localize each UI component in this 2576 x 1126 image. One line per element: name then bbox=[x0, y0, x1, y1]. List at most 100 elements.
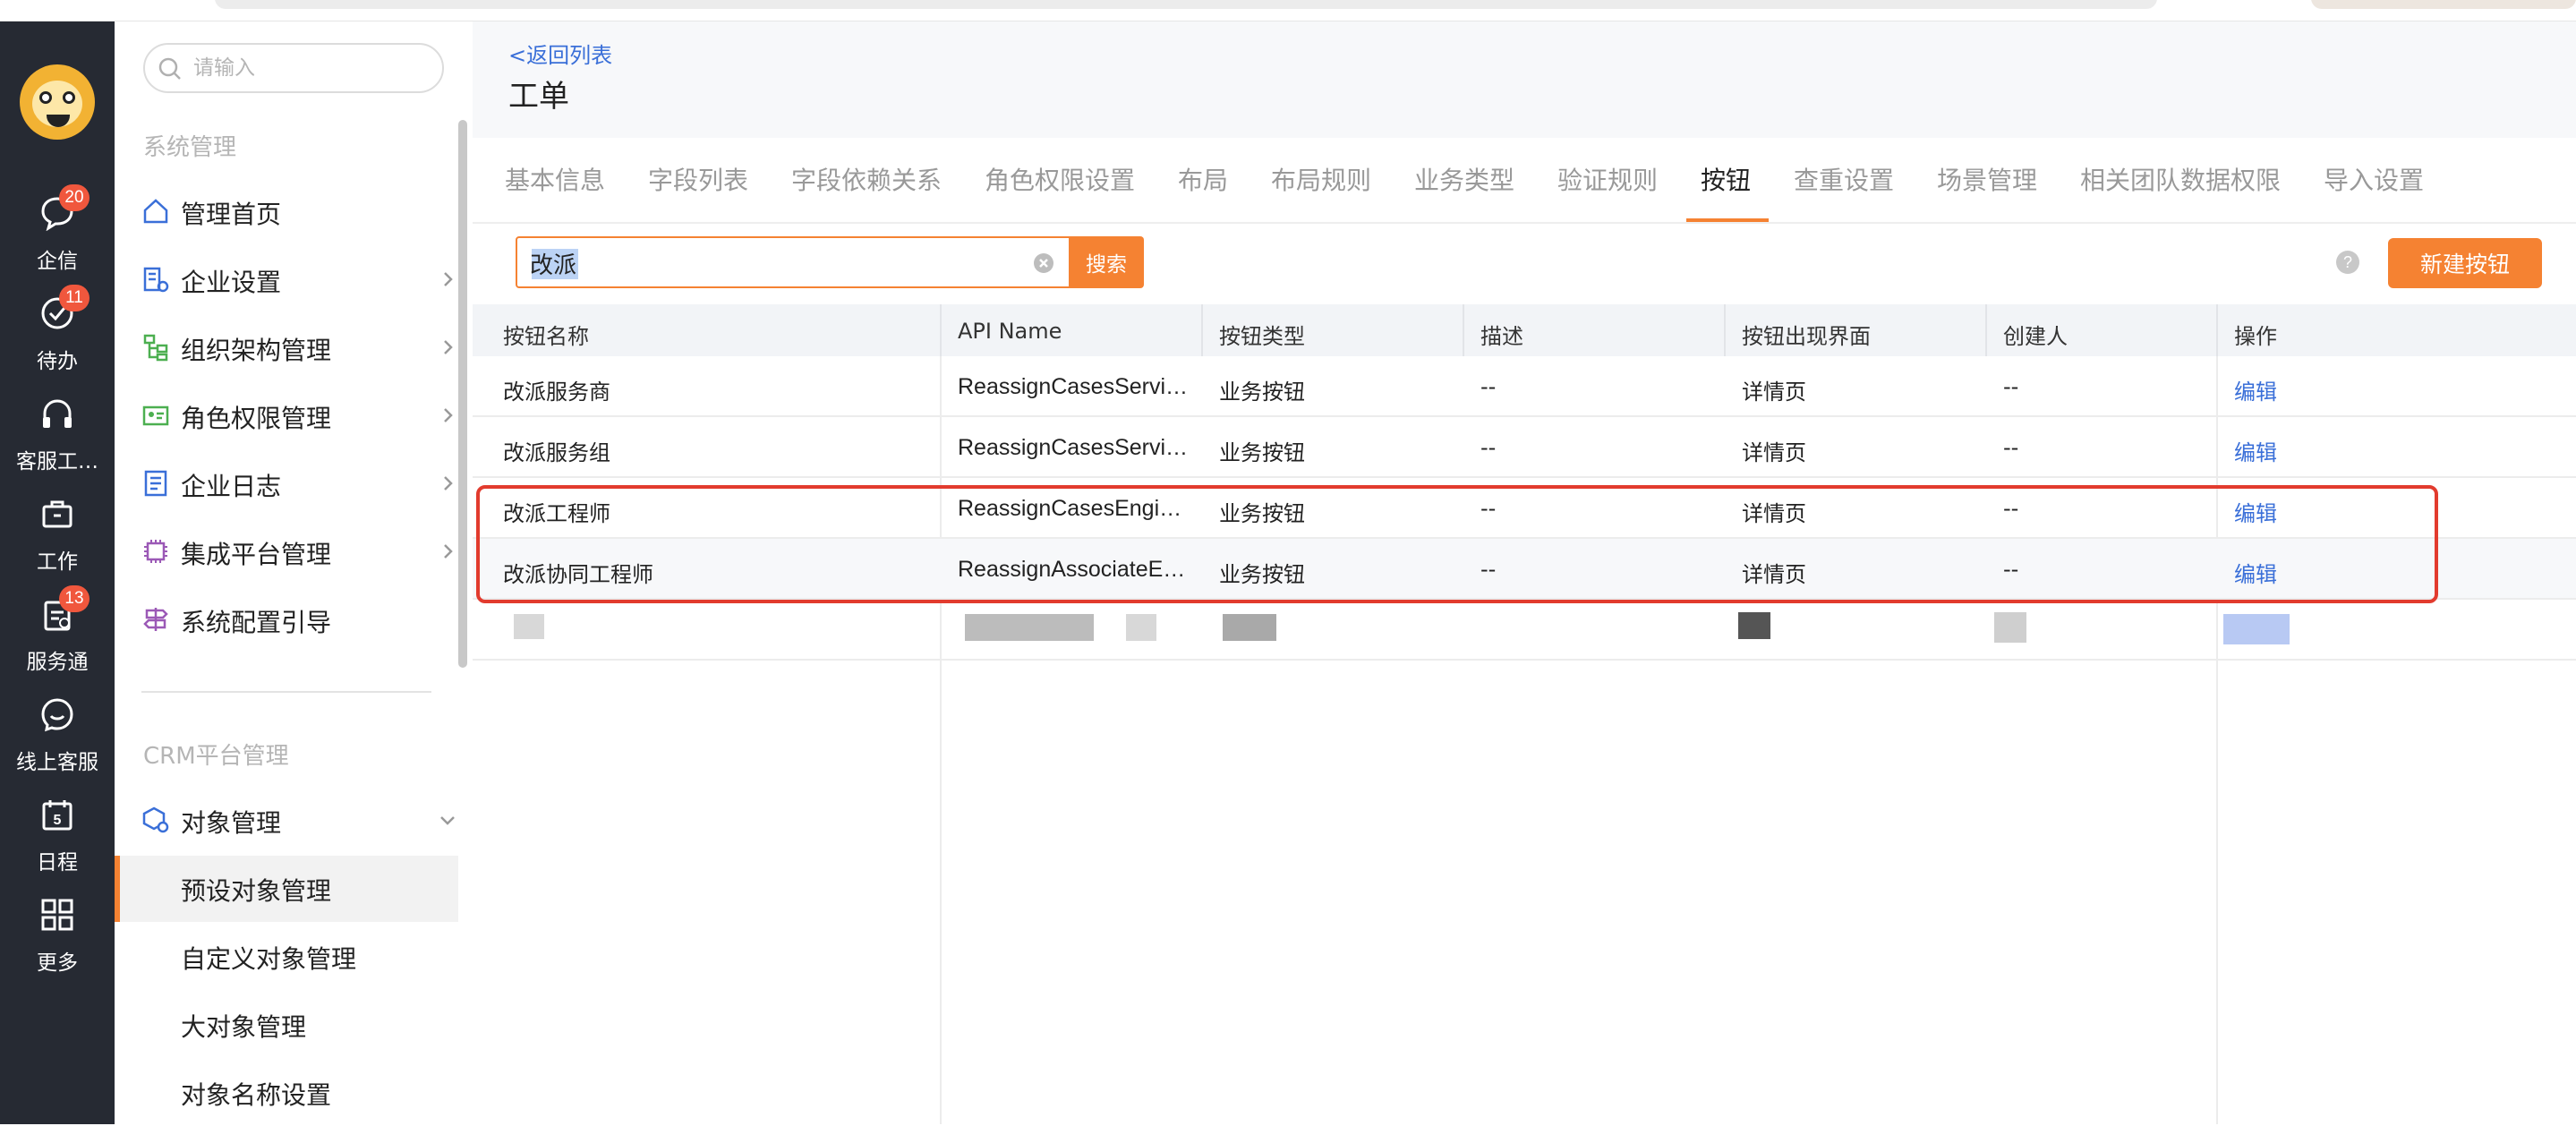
sidebar-scrollbar[interactable] bbox=[458, 120, 467, 668]
col-header-api-name[interactable]: API Name bbox=[958, 319, 1062, 344]
rail-item-calendar[interactable]: 5 日程 bbox=[0, 791, 115, 881]
cell-description: -- bbox=[1480, 435, 1497, 460]
edit-link[interactable]: 编辑 bbox=[2234, 374, 2277, 405]
col-header-description[interactable]: 描述 bbox=[1480, 319, 1523, 350]
search-icon bbox=[158, 57, 181, 80]
sidebar-item-role-permission[interactable]: 角色权限管理 bbox=[141, 388, 464, 442]
cell-description: -- bbox=[1480, 374, 1497, 399]
tab-scene-mgmt[interactable]: 场景管理 bbox=[1937, 161, 2037, 197]
table-header: 按钮名称 API Name 按钮类型 描述 按钮出现界面 创建人 操作 bbox=[473, 304, 2576, 356]
home-icon bbox=[143, 199, 168, 224]
headset-icon bbox=[43, 399, 72, 428]
tab-validation-rules[interactable]: 验证规则 bbox=[1557, 161, 1658, 197]
rail-label: 更多 bbox=[37, 951, 78, 975]
rail-item-work[interactable]: 工作 bbox=[0, 490, 115, 580]
rail-item-online-service[interactable]: 线上客服 bbox=[0, 691, 115, 781]
chevron-right-icon bbox=[444, 476, 453, 490]
sidebar-item-object-mgmt[interactable]: 对象管理 bbox=[141, 793, 464, 847]
button-search-input[interactable] bbox=[530, 247, 977, 279]
tab-layout[interactable]: 布局 bbox=[1178, 161, 1228, 197]
tab-field-list[interactable]: 字段列表 bbox=[648, 161, 748, 197]
cube-gear-icon bbox=[142, 806, 169, 833]
cell-creator: -- bbox=[2003, 435, 2019, 460]
section-title-crm: CRM平台管理 bbox=[143, 743, 289, 770]
col-header-button-name[interactable]: 按钮名称 bbox=[503, 319, 589, 350]
cell-appear-page: 详情页 bbox=[1742, 380, 1806, 405]
address-bar[interactable] bbox=[215, 0, 2157, 9]
page-header: <返回列表 工单 bbox=[473, 21, 2576, 138]
sidebar-item-admin-home[interactable]: 管理首页 bbox=[141, 184, 464, 238]
sidebar-item-label: 企业日志 bbox=[181, 472, 282, 501]
clear-icon[interactable] bbox=[1033, 252, 1054, 274]
rail-label: 服务通 bbox=[26, 651, 89, 674]
section-title-system: 系统管理 bbox=[143, 134, 237, 161]
tab-duplicate-check[interactable]: 查重设置 bbox=[1794, 161, 1894, 197]
sidebar-item-label: 系统配置引导 bbox=[181, 608, 332, 637]
edit-link[interactable]: 编辑 bbox=[2234, 435, 2277, 466]
sidebar-search-input[interactable] bbox=[193, 54, 426, 82]
rail-item-service[interactable]: 客服工… bbox=[0, 390, 115, 480]
sidebar-item-label: 企业设置 bbox=[181, 268, 282, 297]
tab-team-data-permission[interactable]: 相关团队数据权限 bbox=[2080, 161, 2281, 197]
cell-button-name: 改派服务组 bbox=[503, 440, 610, 465]
tab-basic-info[interactable]: 基本信息 bbox=[505, 161, 605, 197]
sidebar-sub-object-naming[interactable]: 对象名称设置 bbox=[115, 1060, 458, 1126]
sidebar-item-org-structure[interactable]: 组织架构管理 bbox=[141, 320, 464, 374]
log-icon bbox=[144, 470, 167, 497]
sidebar-divider bbox=[141, 691, 431, 693]
rail-label: 待办 bbox=[37, 350, 78, 373]
sidebar-item-integration[interactable]: 集成平台管理 bbox=[141, 525, 464, 578]
col-header-creator[interactable]: 创建人 bbox=[2003, 319, 2068, 350]
sidebar-sub-label: 自定义对象管理 bbox=[181, 944, 357, 974]
chevron-right-icon bbox=[444, 272, 453, 286]
tab-buttons[interactable]: 按钮 bbox=[1701, 161, 1751, 197]
chevron-down-icon bbox=[440, 816, 455, 825]
rail-item-qixin[interactable]: 20 企信 bbox=[0, 184, 115, 279]
chevron-right-icon bbox=[444, 340, 453, 354]
sidebar-search[interactable] bbox=[143, 43, 444, 93]
app-rail: 20 企信 11 待办 客服工… 工作 13 服务通 线上客服 5 日程 更多 bbox=[0, 21, 115, 1124]
sidebar-item-label: 组织架构管理 bbox=[181, 336, 332, 365]
cell-button-name: 改派服务商 bbox=[503, 380, 610, 405]
app-logo[interactable] bbox=[20, 64, 95, 140]
rail-item-todo[interactable]: 11 待办 bbox=[0, 285, 115, 380]
tab-role-permission[interactable]: 角色权限设置 bbox=[985, 161, 1135, 197]
active-tab-indicator bbox=[1686, 218, 1769, 222]
help-icon[interactable]: ? bbox=[2336, 251, 2359, 274]
rail-item-more[interactable]: 更多 bbox=[0, 891, 115, 981]
cell-api-name: ReassignCasesServi… bbox=[958, 435, 1189, 460]
admin-sidebar: 系统管理 管理首页 企业设置 组织架构管理 角色权限管理 企业日志 集成平台管理… bbox=[115, 21, 473, 1124]
sidebar-item-enterprise-log[interactable]: 企业日志 bbox=[141, 456, 464, 510]
org-chart-icon bbox=[143, 334, 168, 362]
button-search-box[interactable] bbox=[516, 236, 1070, 288]
sidebar-sub-preset-objects[interactable]: 预设对象管理 bbox=[115, 856, 458, 922]
sidebar-sub-big-objects[interactable]: 大对象管理 bbox=[115, 992, 458, 1058]
tab-layout-rules[interactable]: 布局规则 bbox=[1271, 161, 1371, 197]
col-header-button-type[interactable]: 按钮类型 bbox=[1219, 319, 1305, 350]
redacted-block bbox=[1223, 614, 1276, 641]
fuwutong-badge: 13 bbox=[59, 585, 90, 612]
building-icon bbox=[143, 267, 169, 293]
rail-item-fuwutong[interactable]: 13 服务通 bbox=[0, 585, 115, 680]
tab-business-type[interactable]: 业务类型 bbox=[1414, 161, 1514, 197]
grid-icon bbox=[41, 899, 73, 931]
back-to-list-link[interactable]: <返回列表 bbox=[508, 38, 612, 69]
sidebar-item-enterprise-settings[interactable]: 企业设置 bbox=[141, 252, 464, 306]
briefcase-icon bbox=[42, 500, 73, 528]
sidebar-item-label: 对象管理 bbox=[181, 808, 282, 838]
sidebar-sub-custom-objects[interactable]: 自定义对象管理 bbox=[115, 924, 458, 990]
tab-field-dependency[interactable]: 字段依赖关系 bbox=[791, 161, 942, 197]
col-header-appear-page[interactable]: 按钮出现界面 bbox=[1742, 319, 1871, 350]
rail-label: 工作 bbox=[37, 550, 78, 574]
browser-control[interactable] bbox=[2311, 0, 2576, 9]
search-button[interactable]: 搜索 bbox=[1069, 236, 1144, 288]
tab-import-settings[interactable]: 导入设置 bbox=[2324, 161, 2424, 197]
cell-button-type: 业务按钮 bbox=[1219, 440, 1305, 465]
signpost-icon bbox=[143, 608, 168, 631]
redacted-block bbox=[965, 614, 1094, 641]
new-button-button[interactable]: 新建按钮 bbox=[2388, 238, 2542, 288]
smile-chat-icon bbox=[41, 698, 73, 732]
chevron-right-icon bbox=[444, 408, 453, 422]
sidebar-item-config-guide[interactable]: 系统配置引导 bbox=[141, 593, 464, 646]
redacted-block bbox=[1738, 612, 1770, 639]
